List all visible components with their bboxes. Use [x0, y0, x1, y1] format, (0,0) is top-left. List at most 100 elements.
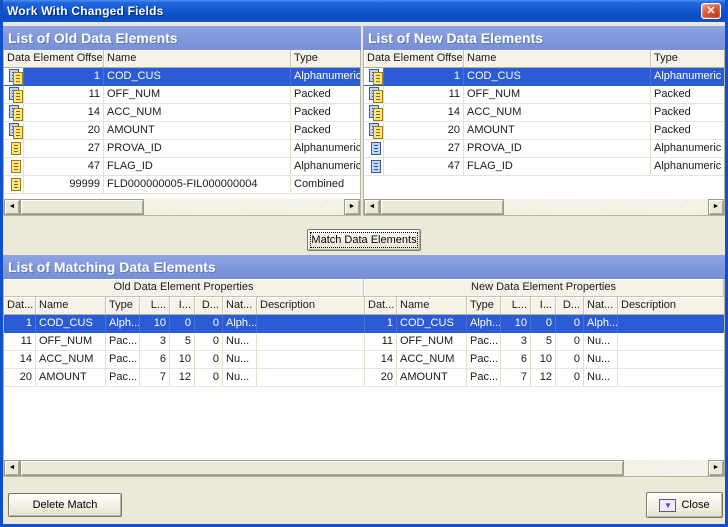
matching-row[interactable]: 14 ACC_NUM Pac... 6 10 0 Nu... 14 ACC_NU…	[4, 351, 724, 369]
cell-new-integers: 0	[531, 315, 556, 333]
new-data-elements-panel: List of New Data Elements Data Element O…	[363, 26, 725, 216]
column-header-type[interactable]: Type	[106, 297, 140, 314]
cell-new-nature: Alph...	[584, 315, 618, 333]
cell-old-description	[257, 333, 365, 351]
matching-row[interactable]: 11 OFF_NUM Pac... 3 5 0 Nu... 11 OFF_NUM…	[4, 333, 724, 351]
cell-new-nature: Nu...	[584, 351, 618, 369]
cell-old-decimals: 0	[195, 315, 223, 333]
cell-name: ACC_NUM	[464, 104, 651, 122]
old-data-elements-panel: List of Old Data Elements Data Element O…	[3, 26, 361, 216]
old-element-row[interactable]: 14 ACC_NUM Packed	[4, 104, 360, 122]
old-element-row[interactable]: 1 COD_CUS Alphanumeric	[4, 68, 360, 86]
column-header-nature[interactable]: Nat...	[223, 297, 257, 314]
matching-table-hscrollbar[interactable]: ◄ ►	[4, 460, 724, 476]
cell-old-decimals: 0	[195, 351, 223, 369]
cell-old-name: OFF_NUM	[36, 333, 106, 351]
cell-type: Alphanumeric	[651, 68, 724, 86]
old-element-row[interactable]: 11 OFF_NUM Packed	[4, 86, 360, 104]
scrollbar-thumb[interactable]	[20, 460, 624, 476]
cell-new-integers: 5	[531, 333, 556, 351]
scroll-right-arrow-icon[interactable]: ►	[708, 460, 724, 476]
cell-old-type: Pac...	[106, 333, 140, 351]
cell-name: PROVA_ID	[104, 140, 291, 158]
old-element-row[interactable]: 47 FLAG_ID Alphanumeric	[4, 158, 360, 176]
cell-type: Packed	[291, 86, 360, 104]
column-header-type[interactable]: Type	[291, 50, 360, 67]
cell-offset: 20	[384, 122, 464, 140]
cell-new-description	[618, 369, 724, 387]
cell-offset: 20	[24, 122, 104, 140]
scroll-left-arrow-icon[interactable]: ◄	[364, 199, 380, 215]
column-header-dat[interactable]: Dat...	[4, 297, 36, 314]
column-header-offset[interactable]: Data Element Offset	[4, 50, 104, 67]
new-element-row[interactable]: 11 OFF_NUM Packed	[364, 86, 724, 104]
column-header-length[interactable]: L...	[140, 297, 170, 314]
cell-old-type: Pac...	[106, 369, 140, 387]
cell-new-dat: 14	[365, 351, 397, 369]
column-header-type[interactable]: Type	[467, 297, 501, 314]
column-header-decimals[interactable]: D...	[195, 297, 223, 314]
group-header-new-properties: New Data Element Properties	[364, 279, 724, 296]
matching-row[interactable]: 20 AMOUNT Pac... 7 12 0 Nu... 20 AMOUNT …	[4, 369, 724, 387]
cell-type: Alphanumeric	[651, 158, 724, 176]
new-table-hscrollbar[interactable]: ◄ ►	[364, 199, 724, 215]
column-header-nature[interactable]: Nat...	[584, 297, 618, 314]
column-header-description[interactable]: Description	[618, 297, 724, 314]
old-element-row[interactable]: 99999 FLD000000005-FIL000000004 Combined	[4, 176, 360, 194]
cell-new-decimals: 0	[556, 315, 584, 333]
cell-old-nature: Nu...	[223, 333, 257, 351]
column-header-name[interactable]: Name	[104, 50, 291, 67]
scroll-left-arrow-icon[interactable]: ◄	[4, 199, 20, 215]
cell-new-name: AMOUNT	[397, 369, 467, 387]
cell-name: FLD000000005-FIL000000004	[104, 176, 291, 194]
old-element-row[interactable]: 20 AMOUNT Packed	[4, 122, 360, 140]
cell-old-dat: 14	[4, 351, 36, 369]
matching-row[interactable]: 1 COD_CUS Alph... 10 0 0 Alph... 1 COD_C…	[4, 315, 724, 333]
data-element-document-icon	[9, 105, 20, 120]
column-header-offset[interactable]: Data Element Offset	[364, 50, 464, 67]
column-header-integers[interactable]: I...	[170, 297, 195, 314]
cell-old-integers: 5	[170, 333, 195, 351]
cell-offset: 47	[384, 158, 464, 176]
column-header-decimals[interactable]: D...	[556, 297, 584, 314]
cell-type: Packed	[291, 104, 360, 122]
old-table-hscrollbar[interactable]: ◄ ►	[4, 199, 360, 215]
column-header-name[interactable]: Name	[397, 297, 467, 314]
cell-name: ACC_NUM	[104, 104, 291, 122]
delete-match-button[interactable]: Delete Match	[8, 493, 122, 517]
column-header-name[interactable]: Name	[464, 50, 651, 67]
new-element-row[interactable]: 27 PROVA_ID Alphanumeric	[364, 140, 724, 158]
cell-name: FLAG_ID	[464, 158, 651, 176]
scroll-right-arrow-icon[interactable]: ►	[708, 199, 724, 215]
column-header-integers[interactable]: I...	[531, 297, 556, 314]
cell-old-length: 3	[140, 333, 170, 351]
new-table-header: Data Element Offset Name Type	[364, 50, 724, 68]
data-element-document-icon	[369, 69, 380, 84]
close-button[interactable]: ▼ Close	[646, 492, 723, 518]
column-header-name[interactable]: Name	[36, 297, 106, 314]
window-close-button[interactable]: ✕	[701, 3, 721, 19]
cell-new-dat: 1	[365, 315, 397, 333]
scroll-right-arrow-icon[interactable]: ►	[344, 199, 360, 215]
cell-old-integers: 0	[170, 315, 195, 333]
cell-old-dat: 11	[4, 333, 36, 351]
cell-type: Alphanumeric	[291, 68, 360, 86]
column-header-dat[interactable]: Dat...	[365, 297, 397, 314]
new-element-row[interactable]: 20 AMOUNT Packed	[364, 122, 724, 140]
column-header-type[interactable]: Type	[651, 50, 724, 67]
scroll-left-arrow-icon[interactable]: ◄	[4, 460, 20, 476]
cell-offset: 27	[24, 140, 104, 158]
column-header-description[interactable]: Description	[257, 297, 365, 314]
new-element-row[interactable]: 14 ACC_NUM Packed	[364, 104, 724, 122]
old-element-row[interactable]: 27 PROVA_ID Alphanumeric	[4, 140, 360, 158]
cell-new-name: OFF_NUM	[397, 333, 467, 351]
cell-old-type: Alph...	[106, 315, 140, 333]
scrollbar-thumb[interactable]	[380, 199, 504, 215]
scrollbar-thumb[interactable]	[20, 199, 144, 215]
old-elements-list: 1 COD_CUS Alphanumeric 11 OFF_NUM Packed	[4, 68, 360, 200]
new-element-row[interactable]: 47 FLAG_ID Alphanumeric	[364, 158, 724, 176]
new-element-row[interactable]: 1 COD_CUS Alphanumeric	[364, 68, 724, 86]
column-header-length[interactable]: L...	[501, 297, 531, 314]
cell-new-name: COD_CUS	[397, 315, 467, 333]
match-data-elements-button[interactable]: Match Data Elements	[307, 229, 421, 251]
